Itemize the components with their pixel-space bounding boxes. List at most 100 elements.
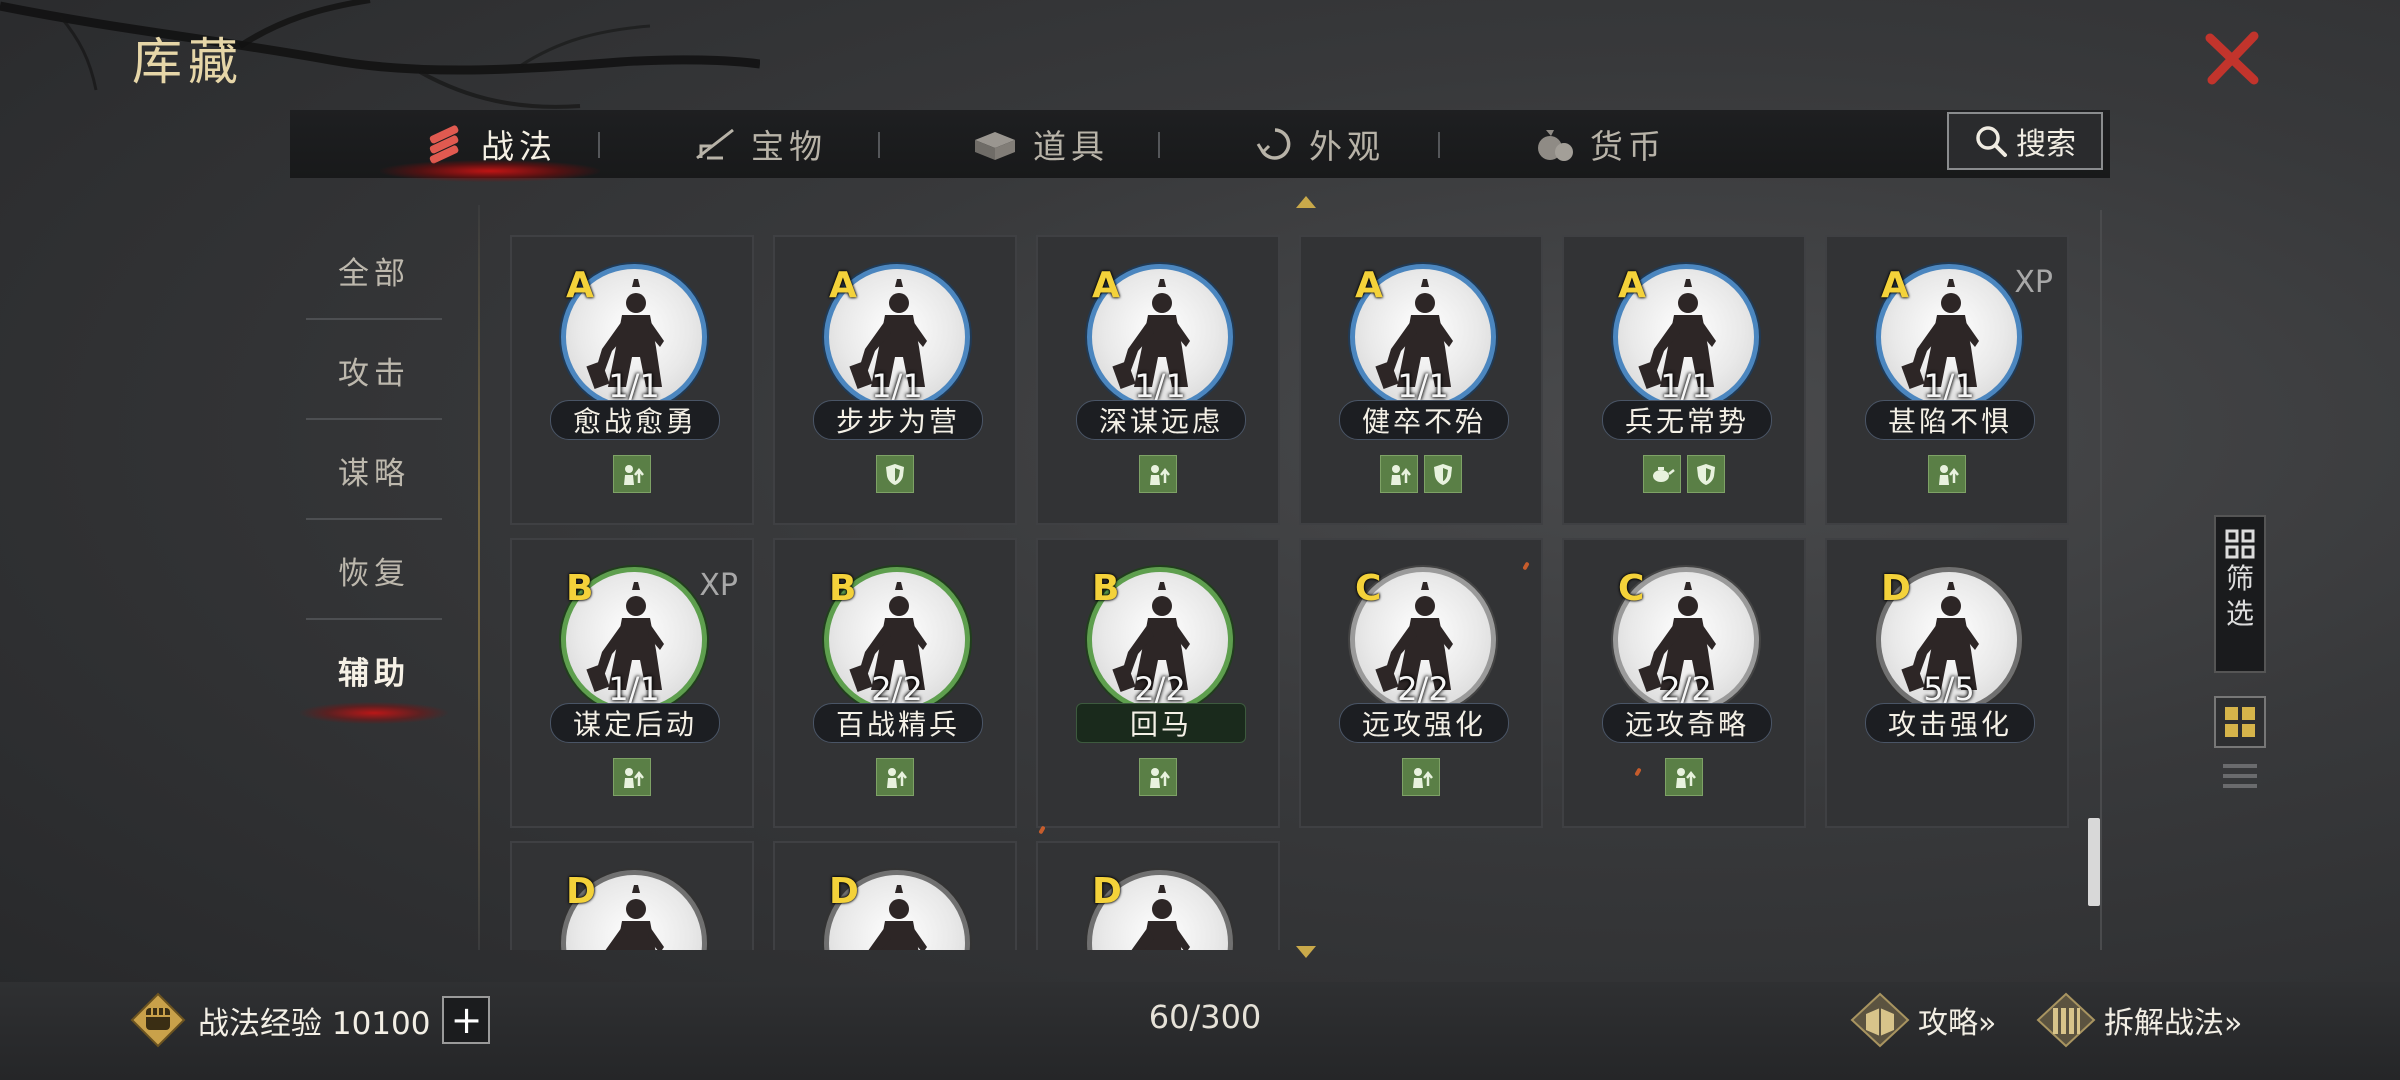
tab-label: 道具 (1033, 127, 1109, 166)
grade-badge: A (1355, 265, 1383, 306)
shield-icon (876, 455, 914, 493)
filter-label: 筛 (2225, 562, 2254, 595)
grade-badge: A (1881, 265, 1909, 306)
teapot-icon (1643, 455, 1681, 493)
tactic-card[interactable]: C 2/2 远攻奇略 (1562, 538, 1806, 828)
tab-label: 战法 (481, 127, 557, 166)
tactic-effect-icons (512, 455, 752, 493)
tactic-name: 甚陷不惧 (1865, 400, 2035, 440)
tab-items[interactable]: 道具 (900, 110, 1180, 178)
buff-up-icon (1402, 758, 1440, 796)
tactic-name: 健卒不殆 (1339, 400, 1509, 440)
tactic-card[interactable]: A 1/1 深谋远虑 (1036, 235, 1280, 525)
tactic-effect-icons (512, 758, 752, 796)
divider-line (478, 205, 480, 950)
tab-divider (1438, 132, 1440, 158)
tactic-name: 愈战愈勇 (550, 400, 720, 440)
search-button[interactable]: 搜索 (1947, 112, 2103, 170)
grade-badge: B (1092, 568, 1120, 609)
grade-badge: A (1618, 265, 1646, 306)
tab-tactics[interactable]: 战法 (350, 110, 630, 182)
tab-label: 货币 (1590, 127, 1666, 166)
tactic-card[interactable]: D (510, 841, 754, 950)
add-exp-button[interactable]: + (442, 996, 491, 1044)
xp-tag: XP (699, 568, 738, 603)
tab-appearance[interactable]: 外观 (1180, 110, 1460, 178)
tactic-card[interactable]: D (1036, 841, 1280, 950)
tactic-card[interactable]: B XP 1/1 谋定后动 (510, 538, 754, 828)
filter-label: 选 (2225, 597, 2254, 630)
buff-up-icon (1139, 758, 1177, 796)
grade-badge: D (1092, 871, 1122, 912)
book-icon (1850, 992, 1910, 1048)
tactic-name: 深谋远虑 (1076, 400, 1246, 440)
category-all[interactable]: 全部 (306, 220, 442, 320)
buff-up-icon (1380, 455, 1418, 493)
grade-badge: A (829, 265, 857, 306)
tab-divider (878, 132, 880, 158)
buff-up-icon (876, 758, 914, 796)
grade-badge: D (1881, 568, 1911, 609)
scroll-up-arrow-icon[interactable] (1296, 196, 1316, 208)
tab-currency[interactable]: 货币 (1460, 110, 1740, 178)
grade-badge: B (566, 568, 594, 609)
buff-up-icon (613, 758, 651, 796)
grid-view-icon (2225, 707, 2255, 737)
tactic-card[interactable]: C 2/2 远攻强化 (1299, 538, 1543, 828)
tactic-name: 兵无常势 (1602, 400, 1772, 440)
tab-divider (598, 132, 600, 158)
scrollbar-thumb[interactable] (2088, 818, 2100, 906)
category-support[interactable]: 辅助 (300, 620, 448, 724)
tactic-card[interactable]: A 1/1 步步为营 (773, 235, 1017, 525)
list-view-toggle[interactable] (2214, 756, 2266, 796)
tactic-card[interactable]: D 5/5 攻击强化 (1825, 538, 2069, 828)
tactic-name: 攻击强化 (1865, 703, 2035, 743)
category-label: 全部 (338, 255, 410, 292)
tactic-card[interactable]: A XP 1/1 甚陷不惧 (1825, 235, 2069, 525)
inventory-screen: 库藏 战法 宝物 道具 外观 货币 搜索 全部 攻击 谋略 恢复 辅助 A 1/… (0, 0, 2400, 1080)
dismantle-tactics-button[interactable]: 拆解战法» (2036, 990, 2242, 1050)
tactic-card[interactable]: B 2/2 回马 (1036, 538, 1280, 828)
search-icon (1976, 126, 2007, 157)
tactic-effect-icons (1827, 455, 2067, 493)
tactic-name: 远攻奇略 (1602, 703, 1772, 743)
tactic-effect-icons (1301, 455, 1541, 493)
tactic-card[interactable]: A 1/1 健卒不殆 (1299, 235, 1543, 525)
dismantle-tactics-label: 拆解战法» (2104, 1006, 2243, 1041)
grade-badge: A (1092, 265, 1120, 306)
close-icon[interactable] (2200, 26, 2264, 90)
grade-badge: D (566, 871, 596, 912)
grid-view-toggle[interactable] (2214, 696, 2266, 748)
tab-treasures[interactable]: 宝物 (620, 110, 900, 178)
category-label: 辅助 (338, 655, 410, 692)
grade-badge: C (1355, 568, 1382, 609)
tactic-card[interactable]: A 1/1 愈战愈勇 (510, 235, 754, 525)
tactic-name: 百战精兵 (813, 703, 983, 743)
inventory-capacity: 60/300 (1148, 998, 1262, 1036)
category-attack[interactable]: 攻击 (306, 320, 442, 420)
search-label: 搜索 (2016, 127, 2076, 162)
tactic-card[interactable]: B 2/2 百战精兵 (773, 538, 1017, 828)
category-sidebar: 全部 攻击 谋略 恢复 辅助 (300, 220, 448, 724)
xp-tag: XP (2014, 265, 2053, 300)
filter-button[interactable]: 筛 选 (2214, 515, 2266, 673)
category-recovery[interactable]: 恢复 (306, 520, 442, 620)
category-strategy[interactable]: 谋略 (306, 420, 442, 520)
appearance-icon (1256, 128, 1291, 160)
grid-filter-icon (2225, 529, 2255, 559)
treasure-icon (696, 128, 734, 160)
tactics-exp: 战法经验 10100 + (130, 990, 491, 1050)
buff-up-icon (1139, 455, 1177, 493)
tactic-effect-icons (1038, 455, 1278, 493)
tactic-effect-icons (1564, 758, 1804, 796)
page-title: 库藏 (132, 33, 244, 91)
category-label: 恢复 (338, 555, 410, 592)
strategy-guide-button[interactable]: 攻略» (1850, 990, 1996, 1050)
item-box-icon (975, 132, 1015, 160)
tactic-name: 步步为营 (813, 400, 983, 440)
tab-label: 外观 (1309, 127, 1385, 166)
tactic-card[interactable]: A 1/1 兵无常势 (1562, 235, 1806, 525)
category-label: 谋略 (338, 455, 410, 492)
tactic-card[interactable]: D (773, 841, 1017, 950)
list-line (2223, 774, 2257, 778)
